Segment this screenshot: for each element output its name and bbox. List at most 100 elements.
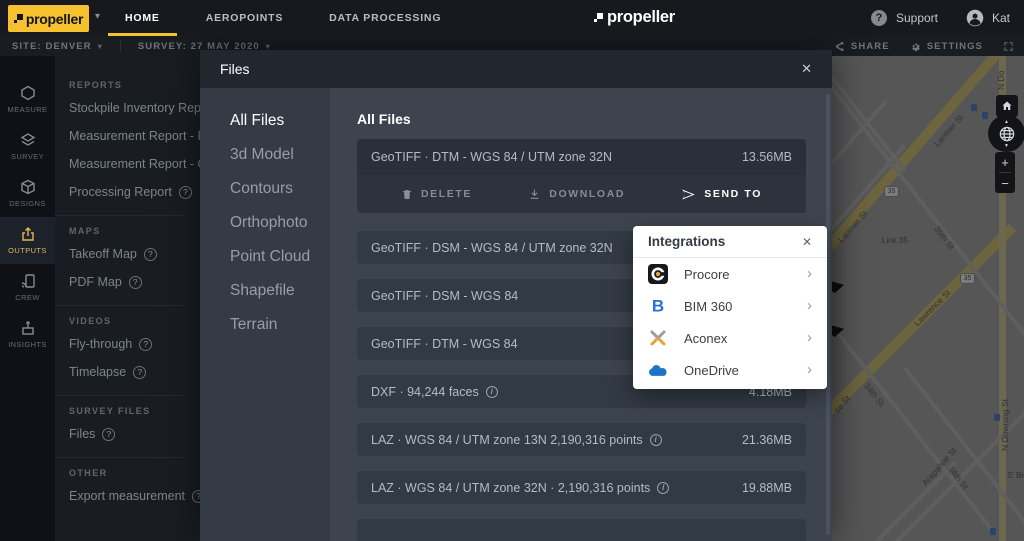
delete-button[interactable]: DELETE bbox=[401, 188, 472, 201]
tab-data-processing[interactable]: DATA PROCESSING bbox=[312, 0, 458, 36]
sidebar-item-crew[interactable]: CREW bbox=[0, 264, 55, 311]
propeller-logo-icon bbox=[13, 14, 23, 23]
info-icon[interactable] bbox=[657, 481, 670, 494]
help-icon[interactable] bbox=[128, 275, 142, 289]
output-item[interactable]: Measurement Report - CSV bbox=[69, 150, 200, 178]
integration-bim360[interactable]: B BIM 360 bbox=[633, 290, 827, 322]
globe-icon bbox=[999, 126, 1014, 141]
help-icon[interactable] bbox=[143, 247, 157, 261]
section-header-reports: REPORTS bbox=[69, 80, 123, 90]
map-canvas[interactable]: N Do Larimer St Larimer St Link 35 35th … bbox=[832, 56, 1024, 541]
share-button[interactable]: SHARE bbox=[834, 41, 890, 52]
output-item-label: Files bbox=[69, 427, 96, 441]
support-button[interactable]: Support bbox=[870, 0, 938, 36]
fullscreen-button[interactable] bbox=[1003, 41, 1014, 52]
tab-aeropoints[interactable]: AEROPOINTS bbox=[189, 0, 300, 36]
close-icon[interactable] bbox=[802, 235, 812, 249]
output-item[interactable]: Stockpile Inventory Report bbox=[69, 94, 200, 122]
file-row[interactable]: GeoTIFF · DTM - WGS 84 / UTM zone 32N 13… bbox=[357, 139, 806, 213]
file-type-nav-item[interactable]: Terrain bbox=[230, 314, 315, 335]
section-header-survey-files: SURVEY FILES bbox=[69, 406, 151, 416]
videos-list: Fly-through Timelapse bbox=[69, 330, 200, 386]
close-icon[interactable] bbox=[801, 61, 812, 77]
file-row[interactable]: LAZ · WGS 84 / UTM zone 13N 2,190,316 po… bbox=[357, 423, 806, 456]
download-button[interactable]: DOWNLOAD bbox=[528, 188, 625, 201]
share-icon bbox=[835, 41, 844, 51]
map-compass-button[interactable]: ▲ ▼ bbox=[988, 115, 1024, 152]
aconex-icon bbox=[650, 330, 666, 346]
outputs-panel: REPORTS Stockpile Inventory Report Measu… bbox=[55, 56, 200, 541]
map-home-button[interactable] bbox=[996, 95, 1018, 117]
panel-divider bbox=[55, 395, 186, 396]
integration-onedrive[interactable]: OneDrive bbox=[633, 354, 827, 386]
file-type-nav-item[interactable]: Point Cloud bbox=[230, 246, 315, 267]
sidebar-item-label: INSIGHTS bbox=[8, 340, 47, 349]
procore-icon bbox=[648, 264, 668, 284]
file-type-nav-item[interactable]: Shapefile bbox=[230, 280, 315, 301]
output-item[interactable]: Takeoff Map bbox=[69, 240, 200, 268]
chevron-right-icon bbox=[807, 300, 812, 312]
left-icon-sidebar: MEASURE SURVEY DESIGNS OUTPUTS CREW INSI… bbox=[0, 56, 55, 541]
center-brand-text: propeller bbox=[607, 8, 675, 26]
propeller-logo-button[interactable]: propeller bbox=[8, 5, 89, 32]
output-item[interactable]: Timelapse bbox=[69, 358, 200, 386]
site-caret-icon bbox=[98, 42, 103, 51]
file-type-nav-item[interactable]: All Files bbox=[230, 110, 315, 131]
file-type-nav-item[interactable]: Contours bbox=[230, 178, 315, 199]
settings-label: SETTINGS bbox=[926, 40, 983, 52]
info-icon[interactable] bbox=[485, 385, 498, 398]
output-item[interactable]: Files bbox=[69, 420, 200, 448]
user-menu[interactable]: Kat bbox=[966, 0, 1010, 36]
zoom-out-button[interactable] bbox=[995, 173, 1015, 193]
file-row-partial[interactable] bbox=[357, 519, 806, 541]
user-name: Kat bbox=[991, 11, 1010, 25]
info-icon[interactable] bbox=[649, 433, 662, 446]
export-icon bbox=[21, 227, 34, 241]
integrations-popup: Integrations Procore B BIM 360 Aconex On… bbox=[633, 226, 827, 389]
integration-procore[interactable]: Procore bbox=[633, 258, 827, 290]
download-icon bbox=[530, 189, 539, 199]
cube-icon bbox=[20, 179, 35, 195]
file-size: 13.56MB bbox=[741, 150, 792, 164]
file-title-row[interactable]: LAZ · WGS 84 / UTM zone 32N · 2,190,316 … bbox=[357, 471, 806, 504]
file-row[interactable]: LAZ · WGS 84 / UTM zone 32N · 2,190,316 … bbox=[357, 471, 806, 504]
chevron-right-icon bbox=[807, 332, 812, 344]
site-selector[interactable]: SITE: DENVER bbox=[12, 41, 103, 52]
settings-button[interactable]: SETTINGS bbox=[910, 41, 983, 52]
sidebar-item-insights[interactable]: INSIGHTS bbox=[0, 311, 55, 358]
sidebar-item-outputs[interactable]: OUTPUTS bbox=[0, 217, 55, 264]
tab-home[interactable]: HOME bbox=[108, 0, 177, 36]
propeller-mark-icon bbox=[594, 13, 603, 22]
help-icon[interactable] bbox=[178, 185, 192, 199]
output-item[interactable]: Export measurement (from bbox=[69, 482, 200, 510]
files-modal-header: Files bbox=[200, 50, 832, 88]
output-item-label: Stockpile Inventory Report bbox=[69, 101, 200, 115]
output-item-label: Measurement Report - CSV bbox=[69, 157, 200, 171]
help-icon[interactable] bbox=[133, 365, 147, 379]
file-type-nav-item[interactable]: Orthophoto bbox=[230, 212, 315, 233]
help-icon[interactable] bbox=[192, 489, 200, 503]
zoom-in-button[interactable] bbox=[995, 152, 1015, 172]
send-to-button[interactable]: SEND TO bbox=[681, 187, 762, 202]
output-item-label: Processing Report bbox=[69, 185, 172, 199]
sidebar-item-survey[interactable]: SURVEY bbox=[0, 123, 55, 170]
output-item-label: Export measurement bbox=[69, 489, 186, 503]
file-size: 19.88MB bbox=[741, 480, 792, 495]
output-item[interactable]: Measurement Report - PDF bbox=[69, 122, 200, 150]
help-icon[interactable] bbox=[139, 337, 153, 351]
sidebar-item-measure[interactable]: MEASURE bbox=[0, 76, 55, 123]
workspace-caret-icon[interactable] bbox=[95, 11, 100, 22]
file-title-row[interactable]: GeoTIFF · DTM - WGS 84 / UTM zone 32N 13… bbox=[357, 139, 806, 175]
file-title-row[interactable]: LAZ · WGS 84 / UTM zone 13N 2,190,316 po… bbox=[357, 423, 806, 456]
integration-aconex[interactable]: Aconex bbox=[633, 322, 827, 354]
output-item[interactable]: Fly-through bbox=[69, 330, 200, 358]
sidebar-item-label: SURVEY bbox=[10, 152, 45, 161]
section-header-maps: MAPS bbox=[69, 226, 101, 236]
file-type-nav-item[interactable]: 3d Model bbox=[230, 144, 315, 165]
help-icon[interactable] bbox=[102, 427, 116, 441]
sidebar-item-designs[interactable]: DESIGNS bbox=[0, 170, 55, 217]
output-item[interactable]: Processing Report bbox=[69, 178, 200, 206]
output-item-label: Takeoff Map bbox=[69, 247, 137, 261]
support-label: Support bbox=[895, 11, 938, 25]
output-item[interactable]: PDF Map bbox=[69, 268, 200, 296]
